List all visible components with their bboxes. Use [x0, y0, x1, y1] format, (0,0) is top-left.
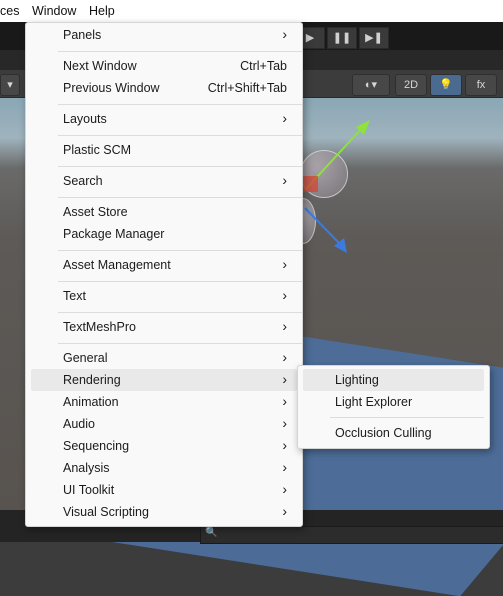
menu-item-label: Animation: [63, 395, 119, 409]
menu-item-asset-store[interactable]: Asset Store: [31, 201, 297, 223]
menu-item-search[interactable]: Search ›: [31, 170, 297, 192]
menu-item-package-manager[interactable]: Package Manager: [31, 223, 297, 245]
chevron-right-icon: ›: [282, 349, 287, 365]
menu-item-label: Audio: [63, 417, 95, 431]
lighting-toggle-icon[interactable]: 💡: [430, 74, 462, 96]
submenu-item-occlusion-culling[interactable]: Occlusion Culling: [303, 422, 484, 444]
window-menu: Panels › Next Window Ctrl+Tab Previous W…: [25, 22, 303, 527]
menu-item-label: Next Window: [63, 59, 137, 73]
chevron-right-icon: ›: [282, 481, 287, 497]
menu-item-plastic-scm[interactable]: Plastic SCM: [31, 139, 297, 161]
menu-item-label: TextMeshPro: [63, 320, 136, 334]
menu-item-text[interactable]: Text ›: [31, 285, 297, 307]
menu-item-label: Asset Management: [63, 258, 171, 272]
menu-item-label: Analysis: [63, 461, 110, 475]
menu-item-label: Rendering: [63, 373, 121, 387]
chevron-right-icon: ›: [282, 503, 287, 519]
menubar: ces Window Help: [0, 0, 503, 22]
menu-separator: [58, 135, 302, 136]
menu-window[interactable]: Window: [32, 4, 76, 18]
menu-separator: [330, 417, 484, 418]
chevron-right-icon: ›: [282, 256, 287, 272]
rendering-submenu: Lighting Light Explorer Occlusion Cullin…: [297, 365, 490, 449]
menu-item-animation[interactable]: Animation ›: [31, 391, 297, 413]
menu-item-label: Panels: [63, 28, 102, 42]
chevron-right-icon: ›: [282, 371, 287, 387]
menu-item-rendering[interactable]: Rendering ›: [31, 369, 297, 391]
menu-item-label: Text: [63, 289, 86, 303]
toggle-2d-button[interactable]: 2D: [395, 74, 427, 96]
menu-separator: [58, 166, 302, 167]
menu-item-label: Asset Store: [63, 205, 128, 219]
submenu-item-label: Light Explorer: [335, 395, 413, 409]
pause-button[interactable]: ❚❚: [327, 27, 357, 49]
chevron-right-icon: ›: [282, 318, 287, 334]
menu-item-audio[interactable]: Audio ›: [31, 413, 297, 435]
menu-help[interactable]: Help: [89, 4, 115, 18]
menu-separator: [58, 343, 302, 344]
chevron-right-icon: ›: [282, 393, 287, 409]
effects-toggle-icon[interactable]: fx: [465, 74, 497, 96]
search-icon: 🔍: [205, 527, 218, 538]
chevron-right-icon: ›: [282, 459, 287, 475]
submenu-item-lighting[interactable]: Lighting: [303, 369, 484, 391]
shortcut-label: Ctrl+Shift+Tab: [207, 81, 287, 95]
menu-item-previous-window[interactable]: Previous Window Ctrl+Shift+Tab: [31, 77, 297, 99]
menu-item-label: Plastic SCM: [63, 143, 132, 157]
search-input[interactable]: 🔍: [200, 526, 503, 544]
shortcut-label: Ctrl+Tab: [240, 59, 287, 73]
menu-item-label: Previous Window: [63, 81, 160, 95]
submenu-item-label: Lighting: [335, 373, 379, 387]
menu-item-textmeshpro[interactable]: TextMeshPro ›: [31, 316, 297, 338]
menu-item-label: UI Toolkit: [63, 483, 115, 497]
menu-item-layouts[interactable]: Layouts ›: [31, 108, 297, 130]
menu-item-label: Search: [63, 174, 103, 188]
chevron-right-icon: ›: [282, 26, 287, 42]
chevron-right-icon: ›: [282, 287, 287, 303]
menu-item-label: General: [63, 351, 108, 365]
menu-separator: [58, 281, 302, 282]
menu-separator: [58, 51, 302, 52]
menu-separator: [58, 197, 302, 198]
menu-item-panels[interactable]: Panels ›: [31, 24, 297, 46]
menu-item-visual-scripting[interactable]: Visual Scripting ›: [31, 501, 297, 523]
menu-services[interactable]: ces: [0, 4, 19, 18]
menu-item-label: Package Manager: [63, 227, 165, 241]
menu-item-general[interactable]: General ›: [31, 347, 297, 369]
submenu-item-light-explorer[interactable]: Light Explorer: [303, 391, 484, 413]
menu-item-analysis[interactable]: Analysis ›: [31, 457, 297, 479]
menu-item-label: Layouts: [63, 112, 107, 126]
step-button[interactable]: ▶❚: [359, 27, 389, 49]
submenu-item-label: Occlusion Culling: [335, 426, 432, 440]
menu-item-sequencing[interactable]: Sequencing ›: [31, 435, 297, 457]
chevron-right-icon: ›: [282, 172, 287, 188]
chevron-right-icon: ›: [282, 110, 287, 126]
menu-item-label: Sequencing: [63, 439, 130, 453]
scene-dropdown-icon[interactable]: ▾: [0, 74, 20, 96]
menu-item-next-window[interactable]: Next Window Ctrl+Tab: [31, 55, 297, 77]
menu-separator: [58, 104, 302, 105]
menu-item-label: Visual Scripting: [63, 505, 149, 519]
menu-item-asset-management[interactable]: Asset Management ›: [31, 254, 297, 276]
menu-separator: [58, 250, 302, 251]
menu-separator: [58, 312, 302, 313]
chevron-right-icon: ›: [282, 415, 287, 431]
menu-item-ui-toolkit[interactable]: UI Toolkit ›: [31, 479, 297, 501]
chevron-right-icon: ›: [282, 437, 287, 453]
shading-mode-icon[interactable]: ◐▾: [352, 74, 390, 96]
